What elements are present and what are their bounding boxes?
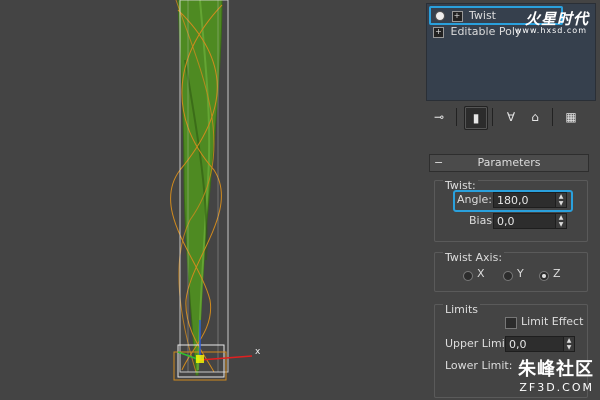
radio-x[interactable]: [463, 271, 473, 281]
group-label: Twist Axis:: [443, 251, 505, 264]
angle-value: 180,0: [497, 194, 529, 207]
radio-y-label: Y: [517, 267, 524, 280]
hxsd-url: www.hxsd.com: [514, 26, 587, 35]
pin-stack-icon[interactable]: ⊸: [428, 106, 450, 128]
remove-modifier-icon[interactable]: ⌂: [524, 106, 546, 128]
zf3d-logo-cn: 朱峰社区: [518, 359, 594, 380]
expand-icon[interactable]: +: [451, 10, 463, 22]
bias-value: 0,0: [497, 215, 515, 228]
zf3d-logo: 朱峰社区 ZF3D.COM: [518, 355, 594, 394]
limit-effect-label: Limit Effect: [521, 315, 584, 328]
twist-group: Twist: Angle: 180,0 ▲ ▼ Bias: 0,0 ▲ ▼: [434, 180, 588, 242]
bias-spinner[interactable]: 0,0 ▲ ▼: [493, 213, 567, 229]
x-axis-label: x: [255, 347, 261, 357]
upper-limit-spinner[interactable]: 0,0 ▲ ▼: [505, 336, 575, 352]
stack-item-label: Twist: [469, 9, 496, 22]
group-label: Limits: [443, 303, 480, 316]
make-unique-icon[interactable]: ∀: [500, 106, 522, 128]
show-end-result-icon[interactable]: ▮: [464, 106, 488, 130]
spinner-arrows-icon[interactable]: ▲ ▼: [555, 193, 566, 207]
spinner-arrows-icon[interactable]: ▲ ▼: [563, 337, 574, 351]
angle-label: Angle:: [457, 193, 493, 206]
light-bulb-icon[interactable]: [435, 11, 445, 21]
limit-effect-checkbox[interactable]: [505, 317, 517, 329]
radio-x-label: X: [477, 267, 485, 280]
lower-limit-label: Lower Limit:: [445, 359, 513, 372]
angle-spinner[interactable]: 180,0 ▲ ▼: [493, 192, 567, 208]
radio-z[interactable]: [539, 271, 549, 281]
modifier-stack[interactable]: + Twist + Editable Poly 火星时代 www.hxsd.co…: [426, 3, 596, 101]
spinner-arrows-icon[interactable]: ▲ ▼: [555, 214, 566, 228]
viewport[interactable]: x: [0, 0, 418, 400]
rollout-title: Parameters: [477, 156, 541, 169]
bias-label: Bias:: [469, 214, 496, 227]
zf3d-logo-en: ZF3D.COM: [519, 381, 594, 394]
radio-y[interactable]: [503, 271, 513, 281]
expand-icon[interactable]: +: [433, 26, 444, 38]
rollout-header[interactable]: − Parameters: [429, 154, 589, 172]
stack-toolbar: ⊸ ▮ ∀ ⌂ ▦: [426, 104, 594, 132]
collapse-icon[interactable]: −: [434, 155, 443, 171]
twist-axis-group: Twist Axis: X Y Z: [434, 252, 588, 292]
twisted-object-render: [170, 0, 253, 381]
configure-modifier-sets-icon[interactable]: ▦: [560, 106, 582, 128]
radio-z-label: Z: [553, 267, 561, 280]
upper-limit-label: Upper Limit:: [445, 337, 513, 350]
upper-limit-value: 0,0: [509, 338, 527, 351]
command-panel: + Twist + Editable Poly 火星时代 www.hxsd.co…: [418, 0, 600, 400]
stack-item-label: Editable Poly: [450, 25, 522, 38]
